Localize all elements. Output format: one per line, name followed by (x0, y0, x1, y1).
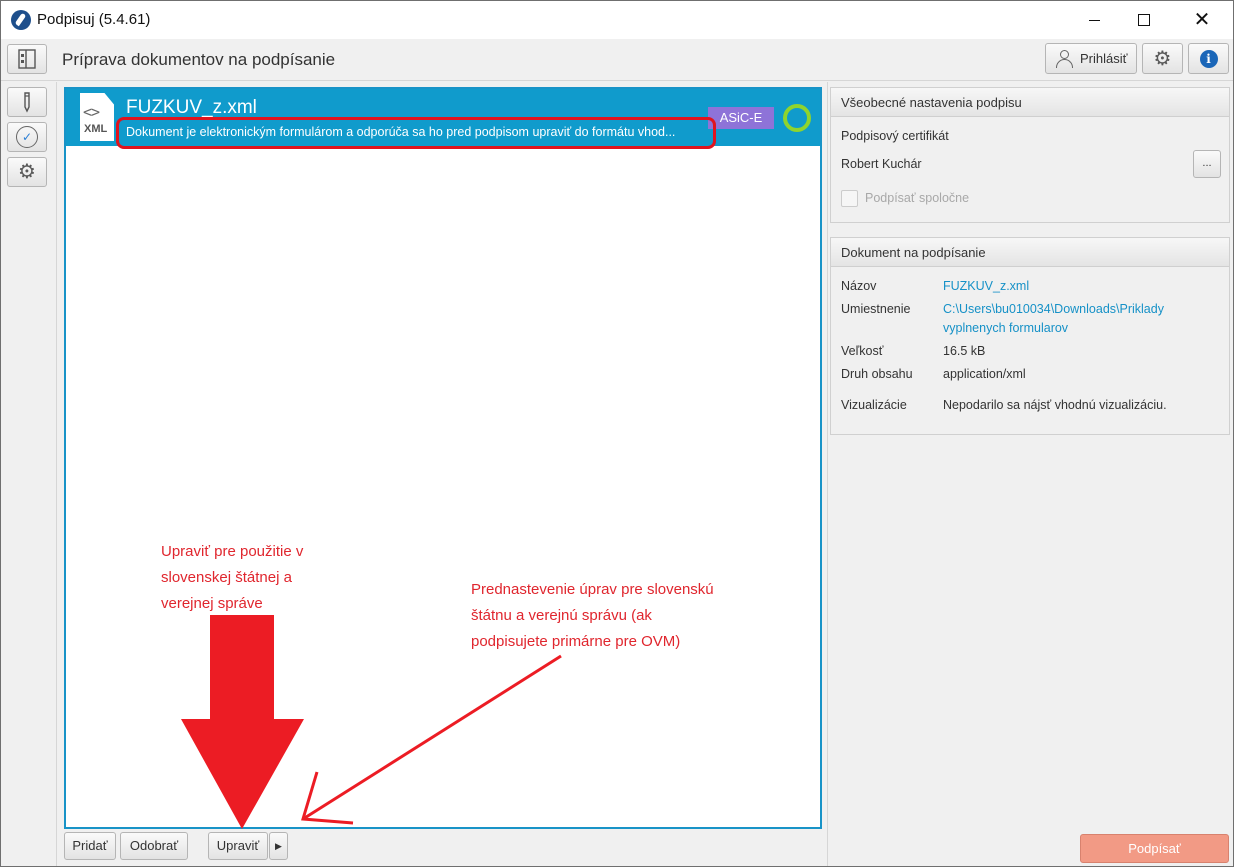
cert-value: Robert Kuchár (841, 157, 922, 171)
annotation-line: verejnej správe (161, 595, 263, 612)
annotation-line: Prednastevenie úprav pre slovenskú (471, 581, 714, 598)
location-label: Umiestnenie (841, 302, 911, 316)
close-icon: ✕ (1193, 9, 1211, 31)
minimize-icon (1088, 19, 1100, 21)
xml-icon-code: <> (83, 103, 100, 121)
layout-toggle-button[interactable] (7, 44, 47, 74)
co-sign-label: Podpísať spoločne (865, 191, 970, 205)
annotation-line: slovenskej štátnej a (161, 569, 292, 586)
info-icon: i (1199, 49, 1218, 68)
maximize-icon (1138, 14, 1150, 26)
remove-button[interactable]: Odobrať (120, 832, 188, 860)
settings-icon: ⚙ (18, 161, 36, 183)
quill-icon (11, 10, 31, 30)
xml-icon-ext: XML (84, 123, 108, 135)
section-title: Dokument na podpísanie (831, 238, 1229, 267)
sign-button[interactable]: Podpísať (1080, 834, 1229, 863)
location-link[interactable]: C:\Users\bu010034\Downloads\Priklady (943, 302, 1164, 316)
co-sign-checkbox[interactable] (841, 190, 858, 207)
annotation-line: Upraviť pre použitie v (161, 543, 304, 560)
bottom-toolbar: Pridať Odobrať Upraviť ▶ Podpísať (58, 830, 1233, 866)
document-name: FUZKUV_z.xml (126, 97, 257, 118)
viz-value: Nepodarilo sa nájsť vhodnú vizualizáciu. (943, 398, 1167, 412)
settings-tool-button[interactable]: ⚙ (7, 157, 47, 187)
info-button[interactable]: i (1188, 43, 1229, 74)
settings-button[interactable]: ⚙ (1142, 43, 1183, 74)
browse-cert-button[interactable]: ... (1193, 150, 1221, 178)
document-list[interactable]: <> XML FUZKUV_z.xml Dokument je elektron… (64, 87, 822, 829)
size-label: Veľkosť (841, 344, 884, 358)
right-panel: Všeobecné nastavenia podpisu Podpisový c… (827, 82, 1233, 866)
xml-file-icon: <> XML (80, 93, 114, 141)
pen-icon (24, 92, 30, 113)
user-icon (1054, 49, 1074, 69)
edit-button[interactable]: Upraviť (208, 832, 268, 860)
viz-label: Vizualizácie (841, 398, 907, 412)
title-bar: Podpisuj (5.4.61) ✕ (1, 1, 1233, 39)
status-icon (783, 104, 811, 132)
general-settings-section: Všeobecné nastavenia podpisu Podpisový c… (830, 87, 1230, 223)
annotation-line: podpisujete primárne pre OVM) (471, 633, 681, 650)
add-button[interactable]: Pridať (64, 832, 116, 860)
format-badge: ASiC-E (708, 107, 774, 129)
sign-tool-button[interactable] (7, 87, 47, 117)
layout-toggle-icon (18, 49, 36, 69)
page-title: Príprava dokumentov na podpísanie (62, 50, 336, 69)
hint-highlight-annotation (116, 117, 716, 149)
name-link[interactable]: FUZKUV_z.xml (943, 279, 1029, 293)
maximize-button[interactable] (1121, 1, 1167, 39)
name-label: Názov (841, 279, 877, 293)
header-bar: Príprava dokumentov na podpísanie Prihlá… (1, 39, 1233, 81)
section-title: Všeobecné nastavenia podpisu (831, 88, 1229, 117)
login-label: Prihlásiť (1080, 51, 1128, 66)
window-title: Podpisuj (5.4.61) (37, 11, 151, 28)
verify-tool-button[interactable]: ✓ (7, 122, 47, 152)
location-link-cont[interactable]: vyplnenych formularov (943, 321, 1068, 335)
cert-label: Podpisový certifikát (841, 129, 949, 143)
close-button[interactable]: ✕ (1179, 1, 1225, 39)
type-value: application/xml (943, 367, 1026, 381)
gear-icon: ⚙ (1153, 47, 1172, 70)
annotation-preset-note: Prednastevenie úprav pre slovenskú štátn… (471, 577, 761, 655)
size-value: 16.5 kB (943, 344, 986, 358)
edit-options-arrow-button[interactable]: ▶ (269, 832, 288, 860)
app-window: Podpisuj (5.4.61) ✕ Príprava dokumentov … (0, 0, 1234, 867)
type-label: Druh obsahu (841, 367, 913, 381)
annotation-line: štátnu a verejnú správu (ak (471, 607, 652, 624)
left-toolbar: ✓ ⚙ (1, 82, 57, 866)
check-circle-icon: ✓ (16, 126, 38, 148)
minimize-button[interactable] (1071, 1, 1117, 39)
annotation-edit-note: Upraviť pre použitie v slovenskej štátne… (161, 539, 361, 617)
document-info-section: Dokument na podpísanie Názov FUZKUV_z.xm… (830, 237, 1230, 435)
login-button[interactable]: Prihlásiť (1045, 43, 1137, 74)
